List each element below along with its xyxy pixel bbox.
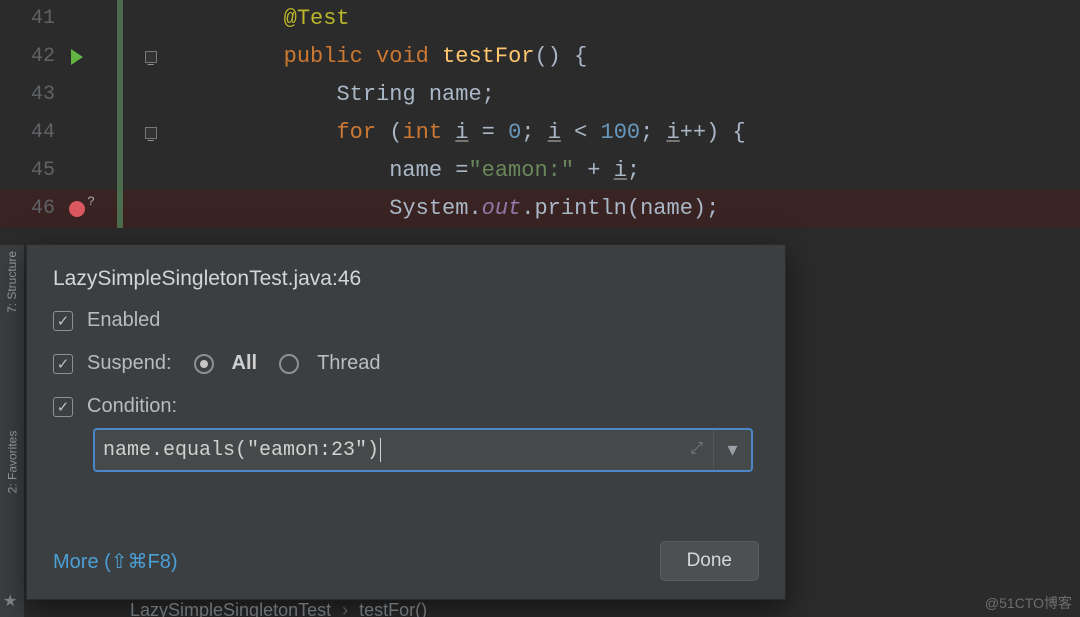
watermark: @51CTO博客: [985, 593, 1072, 613]
suspend-label: Suspend:: [87, 352, 172, 375]
more-link[interactable]: More (⇧⌘F8): [53, 549, 178, 574]
fold-gutter[interactable]: [123, 38, 178, 76]
fold-toggle-icon[interactable]: [145, 51, 157, 63]
condition-checkbox[interactable]: [53, 397, 73, 417]
enabled-checkbox[interactable]: [53, 311, 73, 331]
tool-window-strip: 7: Structure 2: Favorites: [0, 245, 25, 617]
gutter-annotations: [65, 0, 117, 38]
gutter-annotations: [65, 76, 117, 114]
suspend-all-label: All: [232, 352, 258, 375]
gutter-annotations[interactable]: ?: [65, 190, 117, 228]
suspend-thread-radio[interactable]: [279, 354, 299, 374]
enabled-label: Enabled: [87, 309, 160, 332]
code-line[interactable]: 44 for (int i = 0; i < 100; i++) {: [0, 114, 1080, 152]
code-line[interactable]: 45 name ="eamon:" + i;: [0, 152, 1080, 190]
code-line[interactable]: 43 String name;: [0, 76, 1080, 114]
line-number: 44: [0, 114, 65, 152]
gutter-annotations: [65, 114, 117, 152]
history-dropdown-icon[interactable]: ▾: [713, 430, 751, 470]
conditional-indicator-icon: ?: [87, 183, 95, 221]
popup-title: LazySimpleSingletonTest.java:46: [53, 267, 759, 291]
fold-gutter[interactable]: [123, 114, 178, 152]
line-number: 41: [0, 0, 65, 38]
suspend-all-radio[interactable]: [194, 354, 214, 374]
fold-gutter: [123, 0, 178, 38]
tool-window-favorites[interactable]: 2: Favorites: [5, 431, 19, 494]
gutter-annotations[interactable]: [65, 38, 117, 76]
fold-toggle-icon[interactable]: [145, 127, 157, 139]
breadcrumb-class[interactable]: LazySimpleSingletonTest: [130, 600, 331, 617]
line-number: 46: [0, 190, 65, 228]
line-number: 43: [0, 76, 65, 114]
code-line[interactable]: 42 public void testFor() {: [0, 38, 1080, 76]
text-caret: [380, 438, 381, 462]
breadcrumb[interactable]: LazySimpleSingletonTest › testFor(): [130, 600, 427, 617]
chevron-right-icon: ›: [342, 600, 348, 617]
tool-window-structure[interactable]: 7: Structure: [5, 251, 19, 313]
code-editor[interactable]: 41 @Test 42 public void testFor() { 43 S…: [0, 0, 1080, 228]
line-number: 42: [0, 38, 65, 76]
favorites-star-icon[interactable]: ★: [3, 591, 17, 611]
breakpoint-icon[interactable]: ?: [69, 201, 85, 217]
suspend-checkbox[interactable]: [53, 354, 73, 374]
fold-gutter: [123, 190, 178, 228]
line-number: 45: [0, 152, 65, 190]
suspend-thread-label: Thread: [317, 352, 380, 375]
code-line-breakpoint[interactable]: 46 ? System.out.println(name);: [0, 190, 1080, 228]
annotation: @Test: [284, 6, 350, 31]
condition-input[interactable]: name.equals("eamon:23") ⤢ ▾: [93, 428, 753, 472]
done-button[interactable]: Done: [660, 541, 759, 581]
expand-icon[interactable]: ⤢: [690, 440, 703, 458]
breadcrumb-method[interactable]: testFor(): [359, 600, 427, 617]
condition-label: Condition:: [87, 395, 177, 418]
condition-value: name.equals("eamon:23"): [103, 439, 379, 462]
breakpoint-popup: LazySimpleSingletonTest.java:46 Enabled …: [26, 244, 786, 600]
run-icon[interactable]: [71, 49, 83, 65]
code-line[interactable]: 41 @Test: [0, 0, 1080, 38]
